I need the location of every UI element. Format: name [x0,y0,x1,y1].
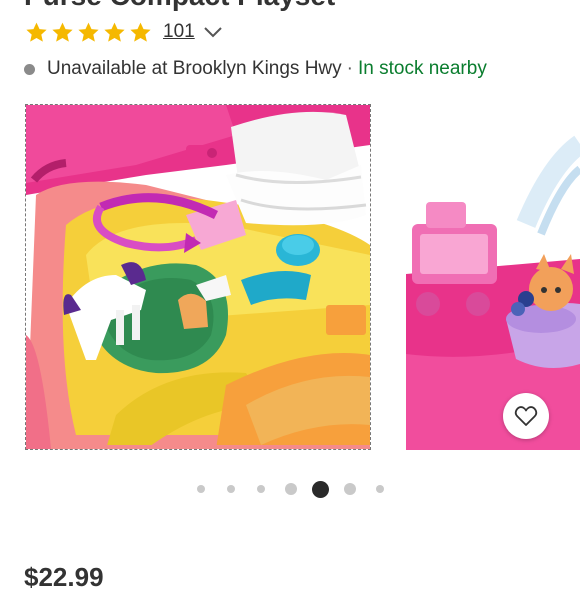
star-icon [104,22,125,42]
carousel-pagination [0,476,580,502]
product-image-next[interactable] [406,104,580,450]
review-count-link[interactable]: 101 [163,21,195,43]
carousel-dot[interactable] [375,485,384,493]
star-icon [52,22,73,42]
star-icon [26,22,47,42]
nearby-stock-link[interactable]: In stock nearby [358,58,487,80]
unavailable-status-dot [24,63,35,75]
rating-stars [24,20,153,45]
chevron-down-icon[interactable] [203,25,223,39]
rating-summary[interactable]: 101 [24,18,223,46]
availability-line: Unavailable at Brooklyn Kings Hwy · In s… [24,58,487,80]
carousel-dot-active[interactable] [311,480,329,498]
carousel-dot[interactable] [343,483,356,495]
carousel-dot[interactable] [256,485,265,493]
heart-outline-icon [514,406,538,426]
playset-photo [26,105,370,449]
image-carousel[interactable] [0,100,580,455]
product-title: Purse Compact Playset [24,0,335,12]
product-price: $22.99 [24,562,104,592]
availability-separator: · [346,58,353,79]
carousel-dot[interactable] [226,485,235,493]
favorite-button[interactable] [503,393,549,439]
product-image-main[interactable] [25,104,371,450]
carousel-dot[interactable] [196,485,205,493]
playset-photo-next [406,104,580,450]
store-availability: Unavailable at Brooklyn Kings Hwy [47,58,342,79]
star-icon [78,22,99,42]
star-icon [130,22,151,42]
carousel-dot[interactable] [284,483,297,495]
